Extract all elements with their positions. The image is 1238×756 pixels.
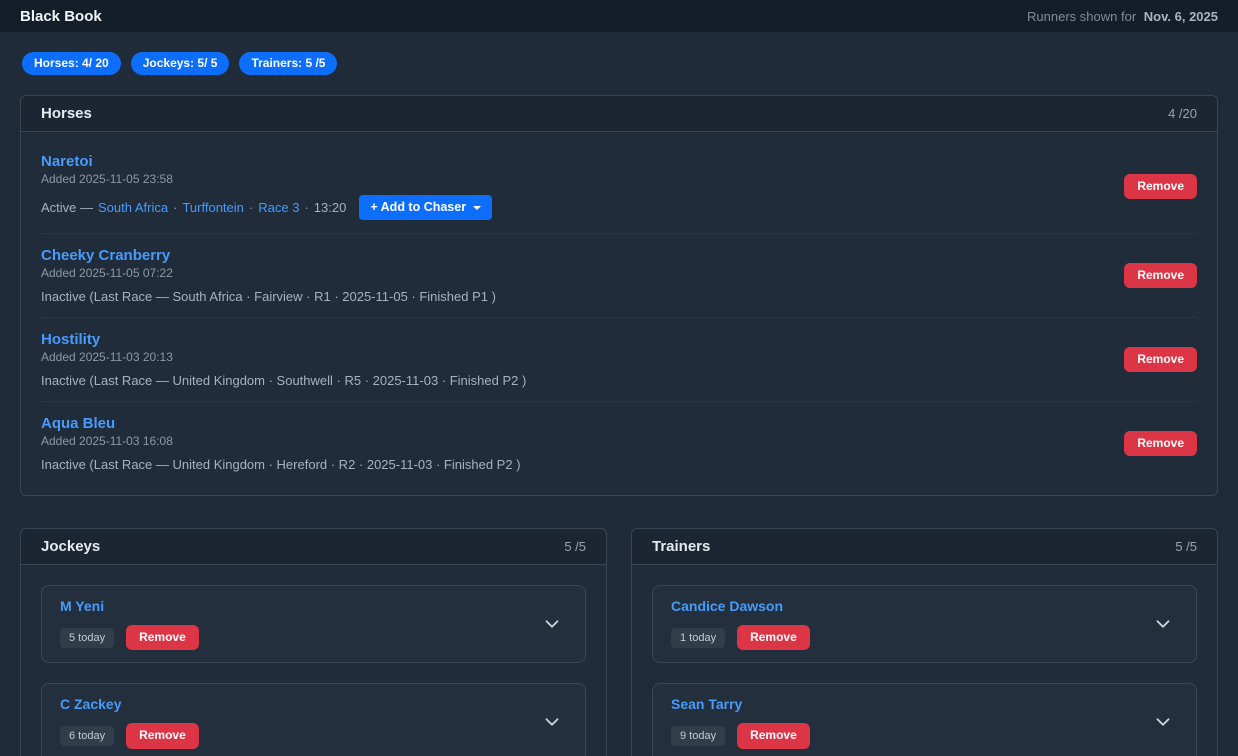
horse-row: Naretoi Added 2025-11-05 23:58 Active — … <box>41 140 1197 235</box>
chevron-down-icon[interactable] <box>1152 613 1174 635</box>
jockey-name-link[interactable]: M Yeni <box>60 598 104 614</box>
horse-row: Cheeky Cranberry Added 2025-11-05 07:22 … <box>41 234 1197 319</box>
chevron-down-icon[interactable] <box>541 711 563 733</box>
jockey-name-link[interactable]: C Zackey <box>60 696 121 712</box>
horse-info: Hostility Added 2025-11-03 20:13 Inactiv… <box>41 331 526 388</box>
remove-jockey-button[interactable]: Remove <box>126 625 199 651</box>
add-to-chaser-label: + Add to Chaser <box>370 200 467 215</box>
jockeys-list: M Yeni 5 today Remove C Zackey 6 today R… <box>21 565 606 756</box>
horse-added-date: Added 2025-11-05 23:58 <box>41 172 173 187</box>
trainer-name-link[interactable]: Candice Dawson <box>671 598 783 614</box>
horse-status: Inactive (Last Race — United Kingdom · S… <box>41 373 526 388</box>
horse-row: Hostility Added 2025-11-03 20:13 Inactiv… <box>41 318 1197 403</box>
horses-count-badge: Horses: 4/ 20 <box>22 52 121 76</box>
horse-track-link[interactable]: Turffontein <box>182 200 243 215</box>
horses-card-count: 4 /20 <box>1168 106 1197 122</box>
horse-name-link[interactable]: Cheeky Cranberry <box>41 247 170 264</box>
jockey-item-main: C Zackey 6 today Remove <box>60 696 199 749</box>
horse-status-text: Inactive (Last Race — South Africa · Fai… <box>41 289 496 305</box>
horse-race-time: 13:20 <box>313 200 347 216</box>
horse-added-date: Added 2025-11-03 20:13 <box>41 350 173 365</box>
horse-status: Inactive (Last Race — United Kingdom · H… <box>41 457 521 472</box>
separator: · <box>248 200 254 216</box>
trainer-item-main: Candice Dawson 1 today Remove <box>671 598 810 651</box>
separator: · <box>304 200 309 216</box>
trainers-card-count: 5 /5 <box>1175 539 1197 555</box>
jockeys-count-badge: Jockeys: 5/ 5 <box>130 52 230 76</box>
remove-horse-button[interactable]: Remove <box>1124 174 1197 200</box>
horse-row: Aqua Bleu Added 2025-11-03 16:08 Inactiv… <box>41 402 1197 485</box>
trainers-card: Trainers 5 /5 Candice Dawson 1 today Rem… <box>631 528 1218 756</box>
add-to-chaser-button[interactable]: + Add to Chaser <box>359 195 493 221</box>
today-count-badge: 9 today <box>671 725 726 747</box>
horse-info: Cheeky Cranberry Added 2025-11-05 07:22 … <box>41 247 496 304</box>
remove-horse-button[interactable]: Remove <box>1124 431 1197 457</box>
jockeys-card-count: 5 /5 <box>564 539 586 555</box>
horse-name-link[interactable]: Aqua Bleu <box>41 415 115 432</box>
horses-card-title: Horses <box>41 105 92 123</box>
main-content: Horses: 4/ 20 Jockeys: 5/ 5 Trainers: 5 … <box>0 32 1238 756</box>
today-count-badge: 1 today <box>671 627 726 648</box>
trainers-card-header: Trainers 5 /5 <box>632 529 1217 566</box>
separator: · <box>173 200 178 216</box>
trainer-item[interactable]: Candice Dawson 1 today Remove <box>652 585 1197 664</box>
horse-race-link[interactable]: Race 3 <box>258 200 299 215</box>
today-count-badge: 6 today <box>60 725 115 747</box>
top-bar: Black Book Runners shown for Nov. 6, 202… <box>0 0 1238 32</box>
remove-horse-button[interactable]: Remove <box>1124 263 1197 289</box>
chevron-down-icon[interactable] <box>1152 711 1174 733</box>
horse-status-prefix: Active — <box>41 200 94 216</box>
jockeys-card: Jockeys 5 /5 M Yeni 5 today Remove C Zac… <box>20 528 607 756</box>
app-title: Black Book <box>20 7 102 25</box>
jockey-item-main: M Yeni 5 today Remove <box>60 598 199 651</box>
horses-card-header: Horses 4 /20 <box>21 96 1217 133</box>
horse-status-text: Inactive (Last Race — United Kingdom · S… <box>41 373 527 389</box>
runners-shown-label: Runners shown for <box>1027 8 1137 24</box>
horse-added-date: Added 2025-11-03 16:08 <box>41 434 173 449</box>
remove-horse-button[interactable]: Remove <box>1124 347 1197 373</box>
jockey-item[interactable]: C Zackey 6 today Remove <box>41 683 586 756</box>
remove-jockey-button[interactable]: Remove <box>126 723 199 749</box>
today-count-badge: 5 today <box>60 627 115 648</box>
runners-shown-date: Nov. 6, 2025 <box>1143 8 1218 24</box>
horses-card: Horses 4 /20 Naretoi Added 2025-11-05 23… <box>20 95 1218 497</box>
trainer-item[interactable]: Sean Tarry 9 today Remove <box>652 683 1197 756</box>
chevron-down-icon[interactable] <box>541 613 563 635</box>
horse-info: Naretoi Added 2025-11-05 23:58 Active — … <box>41 153 493 221</box>
trainers-count-badge: Trainers: 5 /5 <box>239 52 338 76</box>
trainers-card-title: Trainers <box>652 538 711 556</box>
horse-name-link[interactable]: Naretoi <box>41 153 93 170</box>
jockeys-card-header: Jockeys 5 /5 <box>21 529 606 566</box>
horse-added-date: Added 2025-11-05 07:22 <box>41 266 173 281</box>
trainer-item-main: Sean Tarry 9 today Remove <box>671 696 810 749</box>
horses-list: Naretoi Added 2025-11-05 23:58 Active — … <box>21 132 1217 495</box>
horse-status-text: Inactive (Last Race — United Kingdom · H… <box>41 457 521 473</box>
summary-badge-row: Horses: 4/ 20 Jockeys: 5/ 5 Trainers: 5 … <box>22 52 1218 76</box>
remove-trainer-button[interactable]: Remove <box>737 723 810 749</box>
horse-name-link[interactable]: Hostility <box>41 331 100 348</box>
jockey-item[interactable]: M Yeni 5 today Remove <box>41 585 586 664</box>
horse-status: Inactive (Last Race — South Africa · Fai… <box>41 289 496 304</box>
horse-country-link[interactable]: South Africa <box>98 200 168 215</box>
bottom-columns: Jockeys 5 /5 M Yeni 5 today Remove C Zac… <box>20 528 1218 756</box>
remove-trainer-button[interactable]: Remove <box>737 625 810 651</box>
jockeys-card-title: Jockeys <box>41 538 101 556</box>
dropdown-caret-icon <box>473 205 482 210</box>
trainers-list: Candice Dawson 1 today Remove Sean Tarry <box>632 565 1217 756</box>
horse-info: Aqua Bleu Added 2025-11-03 16:08 Inactiv… <box>41 415 521 472</box>
trainer-name-link[interactable]: Sean Tarry <box>671 696 742 712</box>
runners-shown: Runners shown for Nov. 6, 2025 <box>1027 9 1218 24</box>
horse-status: Active — South Africa · Turffontein · Ra… <box>41 195 493 221</box>
